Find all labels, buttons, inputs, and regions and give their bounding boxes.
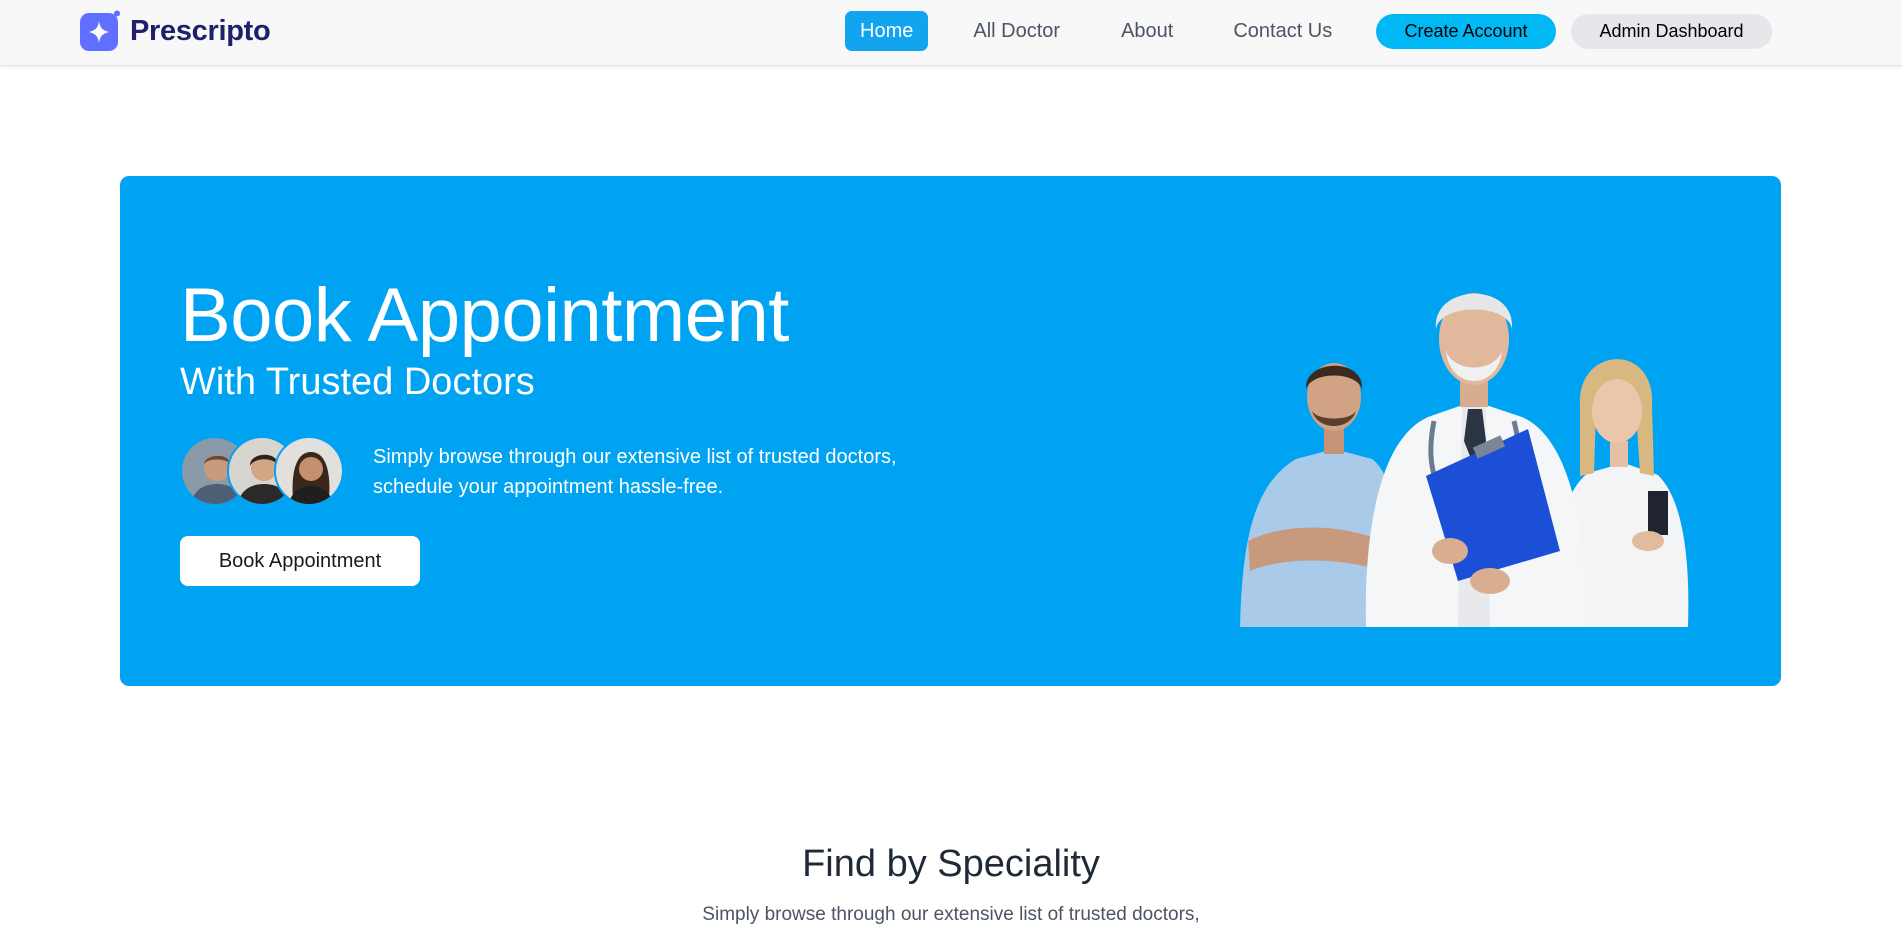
doctors-group-image xyxy=(1238,251,1718,627)
nav-home[interactable]: Home xyxy=(845,11,929,51)
create-account-button[interactable]: Create Account xyxy=(1376,14,1556,49)
sparkle-logo-icon xyxy=(79,10,121,52)
nav-links: Home All Doctor About Contact Us xyxy=(845,11,1347,51)
doctor-avatars-group xyxy=(180,436,345,508)
doctor-avatar xyxy=(274,436,344,506)
speciality-title: Find by Speciality xyxy=(802,843,1100,885)
brand-name: Prescripto xyxy=(130,14,271,47)
book-appointment-button[interactable]: Book Appointment xyxy=(180,536,420,586)
hero-banner: Book Appointment With Trusted Doctors Si… xyxy=(120,176,1781,686)
hero-description-line: schedule your appointment hassle-free. xyxy=(373,476,724,498)
admin-dashboard-button[interactable]: Admin Dashboard xyxy=(1571,14,1772,49)
nav-about[interactable]: About xyxy=(1106,11,1188,51)
nav-all-doctor[interactable]: All Doctor xyxy=(958,11,1075,51)
hero-description-line: Simply browse through our extensive list… xyxy=(373,446,897,468)
navbar: Prescripto Home All Doctor About Contact… xyxy=(0,0,1902,66)
hero-description: Simply browse through our extensive list… xyxy=(373,442,973,502)
hero-title: Book Appointment xyxy=(180,273,789,358)
logo[interactable]: Prescripto xyxy=(79,10,271,52)
hero-subtitle: With Trusted Doctors xyxy=(180,361,535,403)
nav-contact-us[interactable]: Contact Us xyxy=(1218,11,1347,51)
